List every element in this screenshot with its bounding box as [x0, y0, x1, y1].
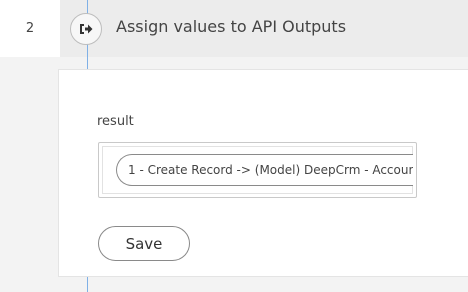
result-value-chip[interactable]: 1 - Create Record -> (Model) DeepCrm - A… [116, 154, 413, 186]
step-title: Assign values to API Outputs [116, 17, 347, 36]
sign-out-icon-glyph [80, 24, 93, 34]
result-field-label: result [97, 114, 134, 129]
result-value-text: 1 - Create Record -> (Model) DeepCrm - A… [128, 163, 413, 177]
sign-out-icon [70, 13, 102, 45]
save-button[interactable]: Save [98, 226, 190, 261]
step-number: 2 [25, 21, 35, 36]
